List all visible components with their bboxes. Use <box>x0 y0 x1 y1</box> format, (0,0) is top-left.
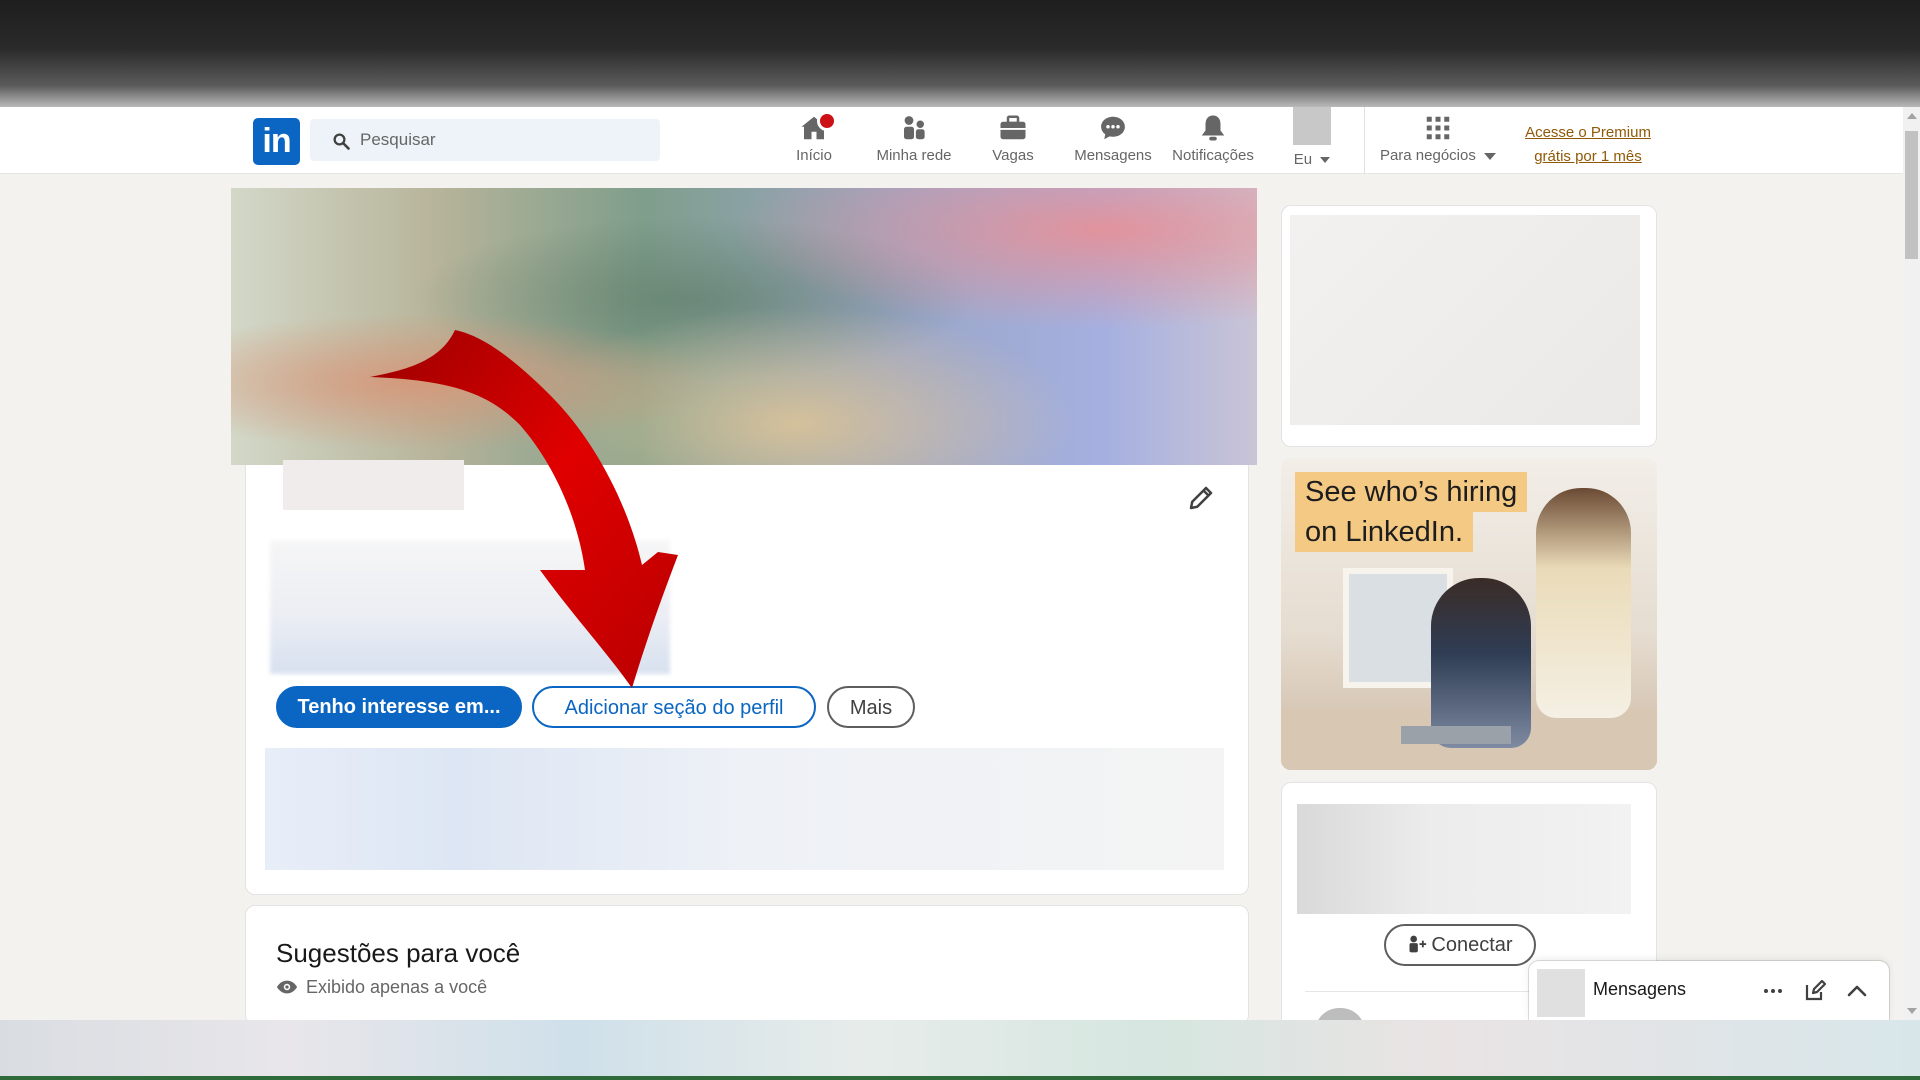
rail-card-top-content <box>1290 215 1640 425</box>
nav-jobs[interactable]: Vagas <box>990 113 1036 169</box>
ad-photo-person-2 <box>1536 488 1631 718</box>
nav-me-label: Eu <box>1293 151 1313 168</box>
notification-badge <box>817 111 837 131</box>
scroll-down-arrow-icon[interactable] <box>1907 1008 1917 1014</box>
people-suggestion-blur <box>1297 804 1631 914</box>
more-options-icon[interactable] <box>1761 979 1785 1003</box>
caret-down-icon <box>1320 157 1331 164</box>
hiring-ad[interactable]: See who’s hiring on LinkedIn. <box>1281 458 1657 770</box>
nav-home-label: Início <box>796 147 832 164</box>
premium-trial-link[interactable]: Acesse o Premium grátis por 1 mês <box>1518 121 1658 169</box>
compose-icon[interactable] <box>1803 979 1827 1003</box>
open-to-button[interactable]: Tenho interesse em... <box>276 686 522 728</box>
global-navbar: in Pesquisar Início Minha rede Vagas Men… <box>0 107 1903 174</box>
nav-notifications[interactable]: Notificações <box>1168 113 1258 169</box>
search-placeholder: Pesquisar <box>360 130 436 149</box>
pencil-icon[interactable] <box>1186 483 1216 513</box>
network-icon <box>904 116 925 140</box>
messaging-dock[interactable]: Mensagens <box>1529 961 1889 1020</box>
search-input[interactable]: Pesquisar <box>310 119 660 161</box>
suggestions-subtitle: Exibido apenas a você <box>306 977 488 997</box>
ad-photo-laptop <box>1401 726 1511 744</box>
nav-home[interactable]: Início <box>788 111 840 169</box>
scroll-up-arrow-icon[interactable] <box>1907 113 1917 119</box>
caret-down-icon <box>1484 152 1497 160</box>
blurred-bottom-band <box>0 1020 1920 1080</box>
nav-for-business-label-wrap: Para negócios <box>1378 147 1498 164</box>
nav-divider <box>1364 107 1365 174</box>
more-button[interactable]: Mais <box>827 686 915 728</box>
nav-for-business[interactable]: Para negócios <box>1378 113 1498 169</box>
premium-line-2: grátis por 1 mês <box>1534 148 1642 165</box>
search-icon <box>333 133 350 150</box>
page-scrollbar[interactable] <box>1903 107 1920 1020</box>
avatar <box>1537 969 1585 1017</box>
nav-my-network[interactable]: Minha rede <box>872 113 956 169</box>
nav-me-label-wrap: Eu <box>1290 151 1334 168</box>
premium-line-1: Acesse o Premium <box>1525 124 1651 141</box>
briefcase-icon <box>1000 115 1026 140</box>
connect-label: Conectar <box>1431 934 1513 956</box>
ad-headline-line-1: See who’s hiring <box>1295 472 1528 512</box>
messaging-title: Mensagens <box>1593 979 1687 999</box>
red-pointer-arrow <box>370 330 678 688</box>
nav-notifications-label: Notificações <box>1172 147 1254 164</box>
scroll-thumb[interactable] <box>1905 131 1918 259</box>
suggestions-title: Sugestões para você <box>276 938 521 968</box>
linkedin-logo[interactable]: in <box>253 118 300 165</box>
profile-open-to-work-box <box>265 748 1224 870</box>
chevron-up-icon[interactable] <box>1845 979 1869 1003</box>
chat-icon <box>1101 116 1125 140</box>
ad-headline-line-2: on LinkedIn. <box>1295 512 1474 552</box>
ad-photo-person-1 <box>1431 578 1531 748</box>
add-profile-section-button[interactable]: Adicionar seção do perfil <box>532 686 816 728</box>
blurred-top-band <box>0 0 1920 107</box>
nav-for-business-label: Para negócios <box>1379 147 1476 164</box>
grid-icon <box>1426 116 1450 140</box>
nav-my-network-label: Minha rede <box>876 147 952 164</box>
nav-me[interactable]: Eu <box>1290 107 1334 168</box>
bell-icon <box>1201 115 1225 141</box>
connect-button[interactable]: Conectar <box>1384 924 1536 966</box>
eye-icon <box>276 980 298 994</box>
avatar <box>1293 107 1331 145</box>
nav-jobs-label: Vagas <box>992 147 1034 164</box>
nav-messaging[interactable]: Mensagens <box>1072 113 1154 169</box>
add-person-icon <box>1409 935 1427 953</box>
nav-messaging-label: Mensagens <box>1074 147 1152 164</box>
